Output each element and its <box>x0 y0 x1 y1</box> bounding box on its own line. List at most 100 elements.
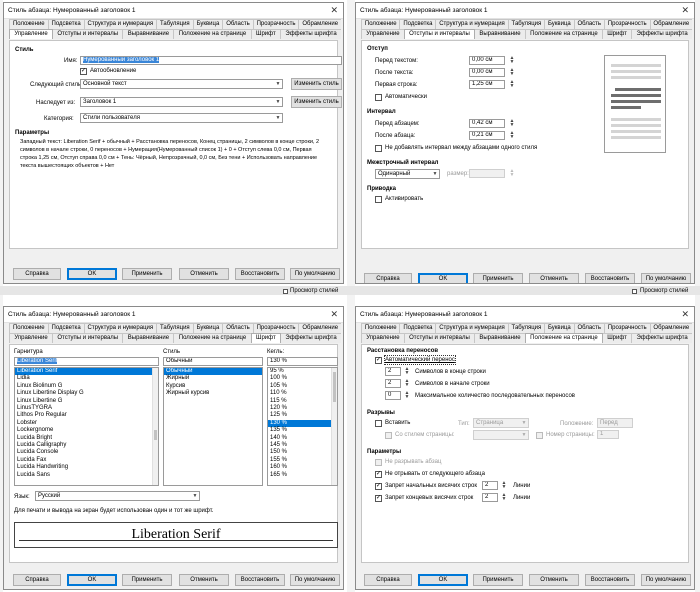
cancel-button[interactable]: Отменить <box>179 268 229 280</box>
orphan-spinner[interactable]: ▲ ▼ <box>499 481 509 490</box>
help-button[interactable]: Справка <box>364 574 412 586</box>
start-chars-spinner[interactable]: ▲ ▼ <box>402 379 412 388</box>
apply-button[interactable]: Применить <box>473 574 523 586</box>
style-field[interactable]: Обычный <box>163 357 263 366</box>
position-select[interactable]: Перед <box>597 418 633 428</box>
ok-button[interactable]: OK <box>418 273 468 283</box>
first-line-field[interactable]: 1,25 см <box>469 80 505 89</box>
size-item[interactable]: 105 % <box>268 383 337 390</box>
tab-area[interactable]: Область <box>573 323 605 333</box>
family-item[interactable]: LinusTYGRA <box>15 405 158 412</box>
family-item[interactable]: Lucida Sans <box>15 472 158 479</box>
background-checkbox[interactable] <box>283 289 288 294</box>
style-item[interactable]: Жирный <box>164 375 262 382</box>
size-item[interactable]: 100 % <box>268 375 337 382</box>
tab-outline[interactable]: Структура и нумерация <box>83 323 158 333</box>
cancel-button[interactable]: Отменить <box>529 574 579 586</box>
size-item[interactable]: 95 % <box>268 368 337 375</box>
tab-dropcaps[interactable]: Буквица <box>192 323 224 333</box>
register-checkbox[interactable] <box>375 196 382 203</box>
ok-button[interactable]: OK <box>418 574 468 586</box>
size-item[interactable]: 120 % <box>268 405 337 412</box>
before-text-spinner[interactable]: ▲ ▼ <box>507 56 517 65</box>
family-item[interactable]: Liberation Serif <box>15 368 158 376</box>
edit-style-button-2[interactable]: Изменить стиль <box>291 96 342 108</box>
tab-alignment[interactable]: Выравнивание <box>122 333 175 343</box>
end-chars-field[interactable]: 2 <box>385 367 401 376</box>
tab-area[interactable]: Область <box>222 323 254 333</box>
tab-indents[interactable]: Отступы и интервалы <box>52 29 124 39</box>
tab-organizer[interactable]: Управление <box>9 29 54 39</box>
family-item[interactable]: Lidia <box>15 375 158 382</box>
cancel-button[interactable]: Отменить <box>179 574 229 586</box>
family-item[interactable]: Lucida Calligraphy <box>15 442 158 449</box>
tab-indents[interactable]: Отступы и интервалы <box>403 333 476 343</box>
help-button[interactable]: Справка <box>13 268 61 280</box>
tab-borders[interactable]: Обрамление <box>298 323 341 333</box>
tab-tabs[interactable]: Табуляция <box>507 19 546 29</box>
noadd-checkbox[interactable] <box>375 145 382 152</box>
family-list[interactable]: Liberation Serif Lidia Linux Biolinum G … <box>14 367 159 486</box>
family-item[interactable]: Lucida Handwriting <box>15 464 158 471</box>
tab-organizer[interactable]: Управление <box>9 333 54 343</box>
size-list[interactable]: 95 % 100 % 105 % 110 % 115 % 120 % 125 %… <box>267 367 338 486</box>
line-spacing-select[interactable]: Одинарный ▼ <box>375 169 440 179</box>
max-hyph-field[interactable]: 0 <box>385 391 401 400</box>
default-button[interactable]: По умолчанию <box>290 574 340 586</box>
size-item[interactable]: 165 % <box>268 472 337 479</box>
default-button[interactable]: По умолчанию <box>641 574 691 586</box>
default-button[interactable]: По умолчанию <box>641 273 691 283</box>
widow-checkbox[interactable]: ✓ <box>375 495 382 502</box>
tab-font[interactable]: Шрифт <box>250 29 282 39</box>
with-style-checkbox[interactable] <box>385 432 392 439</box>
name-field[interactable]: Нумерованный заголовок 1 <box>80 56 342 65</box>
scroll-thumb[interactable] <box>333 372 336 402</box>
tab-highlight[interactable]: Подсветка <box>399 19 437 29</box>
tab-highlight[interactable]: Подсветка <box>47 323 85 333</box>
close-icon[interactable]: ✕ <box>330 5 338 15</box>
reset-button[interactable]: Восстановить <box>585 273 635 283</box>
family-item[interactable]: Linux Biolinum G <box>15 383 158 390</box>
below-field[interactable]: 0,21 см <box>469 131 505 140</box>
family-item[interactable]: Lobster <box>15 420 158 427</box>
tab-font-effects[interactable]: Эффекты шрифта <box>631 333 692 343</box>
orphan-field[interactable]: 2 <box>482 481 498 490</box>
tab-outline[interactable]: Структура и нумерация <box>435 19 509 29</box>
tab-alignment[interactable]: Выравнивание <box>122 29 175 39</box>
family-item[interactable]: Lucida Bright <box>15 435 158 442</box>
family-item[interactable]: Lucida Console <box>15 449 158 456</box>
size-spinner[interactable]: ▲ ▼ <box>507 169 517 178</box>
size-item[interactable]: 110 % <box>268 390 337 397</box>
category-select[interactable]: Стили пользователя ▼ <box>80 113 283 123</box>
family-item[interactable]: Lockergnome <box>15 427 158 434</box>
tab-tabs[interactable]: Табуляция <box>507 323 546 333</box>
family-field[interactable]: Liberation Serif <box>14 357 159 366</box>
tab-textflow[interactable]: Положение на странице <box>524 29 603 39</box>
tab-position[interactable]: Положение <box>9 323 49 333</box>
scroll-thumb[interactable] <box>154 430 157 440</box>
apply-button[interactable]: Применить <box>122 574 172 586</box>
tab-transparency[interactable]: Прозрачность <box>252 19 300 29</box>
lang-select[interactable]: Русский ▼ <box>35 491 200 501</box>
widow-spinner[interactable]: ▲ ▼ <box>499 493 509 502</box>
tab-alignment[interactable]: Выравнивание <box>474 29 526 39</box>
tab-textflow[interactable]: Положение на странице <box>173 333 252 343</box>
tab-position[interactable]: Положение <box>361 19 401 29</box>
tab-highlight[interactable]: Подсветка <box>399 323 437 333</box>
help-button[interactable]: Справка <box>13 574 61 586</box>
type-select[interactable]: Страница ▼ <box>473 418 529 428</box>
above-spinner[interactable]: ▲ ▼ <box>507 119 517 128</box>
tab-borders[interactable]: Обрамление <box>649 19 692 29</box>
close-icon[interactable]: ✕ <box>681 309 689 319</box>
tab-transparency[interactable]: Прозрачность <box>603 19 651 29</box>
tab-outline[interactable]: Структура и нумерация <box>83 19 158 29</box>
after-text-spinner[interactable]: ▲ ▼ <box>507 68 517 77</box>
reset-button[interactable]: Восстановить <box>585 574 635 586</box>
tab-font[interactable]: Шрифт <box>250 333 282 343</box>
tab-indents[interactable]: Отступы и интервалы <box>52 333 124 343</box>
family-item[interactable]: Lucida Fax <box>15 457 158 464</box>
reset-button[interactable]: Восстановить <box>235 268 285 280</box>
size-item[interactable]: 150 % <box>268 449 337 456</box>
size-item[interactable]: 145 % <box>268 442 337 449</box>
start-chars-field[interactable]: 2 <box>385 379 401 388</box>
